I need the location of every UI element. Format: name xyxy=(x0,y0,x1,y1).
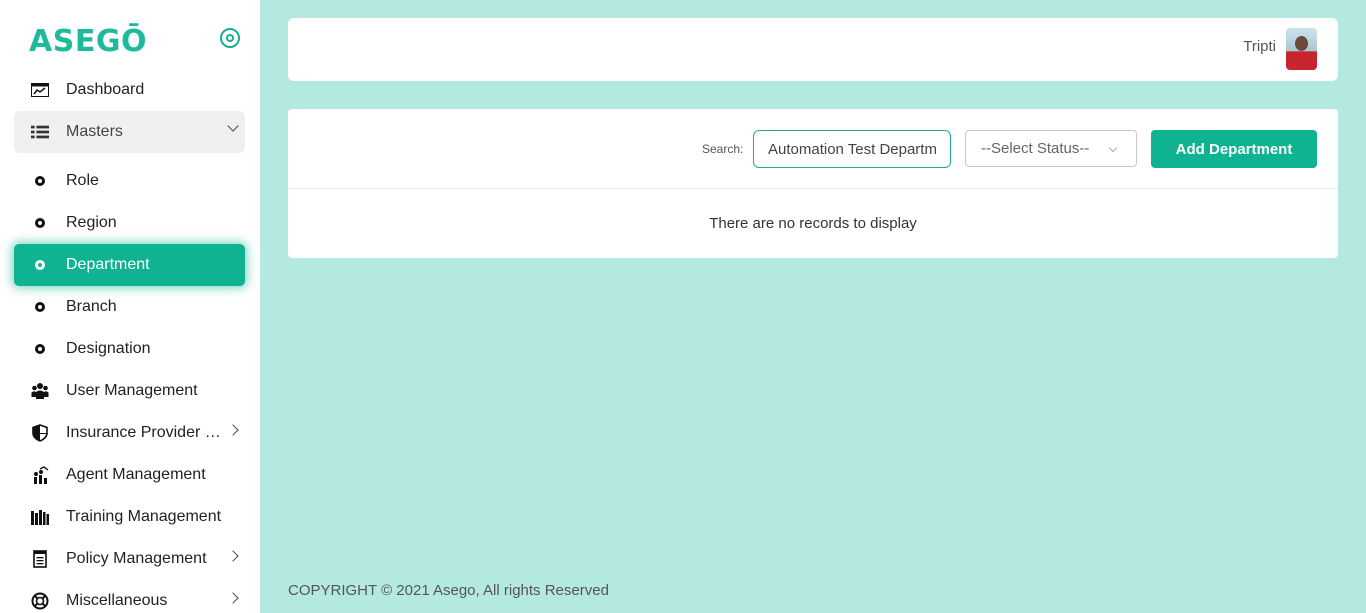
bullet-icon xyxy=(31,298,49,316)
bullet-icon xyxy=(31,340,49,358)
chevron-right-icon xyxy=(227,592,239,604)
search-input[interactable] xyxy=(753,130,951,168)
sidebar-item-agent-management[interactable]: Agent Management xyxy=(14,454,245,496)
chevron-down-icon xyxy=(1108,143,1118,153)
sidebar-item-miscellaneous[interactable]: Miscellaneous xyxy=(14,580,245,613)
chevron-right-icon xyxy=(227,550,239,562)
department-table-card: Search: --Select Status-- Add Department… xyxy=(288,109,1338,258)
add-department-button[interactable]: Add Department xyxy=(1151,130,1317,168)
sidebar-item-training-management[interactable]: Training Management xyxy=(14,496,245,538)
sidebar-item-role[interactable]: Role xyxy=(14,160,245,202)
bullet-icon xyxy=(31,256,49,274)
sidebar-item-user-management[interactable]: User Management xyxy=(14,370,245,412)
sidebar-item-label: Branch xyxy=(66,298,117,315)
sidebar-item-label: Dashboard xyxy=(66,81,145,98)
sidebar: ASEGŌ Dashboard Masters Role Region Depa… xyxy=(0,0,260,613)
sidebar-item-label: Role xyxy=(66,172,99,189)
sidebar-item-label: User Management xyxy=(66,382,198,399)
sidebar-item-label: Policy Management xyxy=(66,550,207,567)
search-label: Search: xyxy=(702,142,744,156)
sidebar-item-department[interactable]: Department xyxy=(14,244,245,286)
copyright-footer: COPYRIGHT © 2021 Asego, All rights Reser… xyxy=(288,582,609,599)
dashboard-icon xyxy=(31,81,49,99)
sidebar-item-branch[interactable]: Branch xyxy=(14,286,245,328)
top-header: Tripti xyxy=(288,18,1338,81)
table-toolbar: Search: --Select Status-- Add Department xyxy=(288,109,1338,189)
sidebar-item-label: Insurance Provider Management xyxy=(66,424,230,441)
logo-row: ASEGŌ xyxy=(0,22,260,62)
users-icon xyxy=(31,382,49,400)
sidebar-item-region[interactable]: Region xyxy=(14,202,245,244)
books-icon xyxy=(31,508,49,526)
avatar[interactable] xyxy=(1286,28,1317,70)
sidebar-item-label: Masters xyxy=(66,123,123,140)
chevron-down-icon xyxy=(227,120,239,132)
shield-icon xyxy=(31,424,49,442)
sidebar-item-policy-management[interactable]: Policy Management xyxy=(14,538,245,580)
list-icon xyxy=(31,123,49,141)
lifebuoy-icon xyxy=(31,592,49,610)
empty-records-message: There are no records to display xyxy=(709,215,917,232)
bullet-icon xyxy=(31,214,49,232)
sidebar-item-label: Agent Management xyxy=(66,466,206,483)
sidebar-item-insurance-provider[interactable]: Insurance Provider Management xyxy=(14,412,245,454)
sidebar-item-label: Designation xyxy=(66,340,151,357)
status-select[interactable]: --Select Status-- xyxy=(965,130,1137,167)
asego-logo[interactable]: ASEGŌ xyxy=(29,24,147,59)
sidebar-toggle-icon[interactable] xyxy=(220,28,240,48)
sidebar-item-label: Region xyxy=(66,214,117,231)
user-name[interactable]: Tripti xyxy=(1243,38,1276,55)
sidebar-item-masters[interactable]: Masters xyxy=(14,111,245,153)
bullet-icon xyxy=(31,172,49,190)
agent-icon xyxy=(31,466,49,484)
sidebar-item-label: Department xyxy=(66,256,150,273)
sidebar-item-designation[interactable]: Designation xyxy=(14,328,245,370)
sidebar-item-dashboard[interactable]: Dashboard xyxy=(14,69,245,111)
status-select-value: --Select Status-- xyxy=(981,140,1090,157)
sidebar-item-label: Training Management xyxy=(66,508,222,525)
document-icon xyxy=(31,550,49,568)
sidebar-item-label: Miscellaneous xyxy=(66,592,168,609)
